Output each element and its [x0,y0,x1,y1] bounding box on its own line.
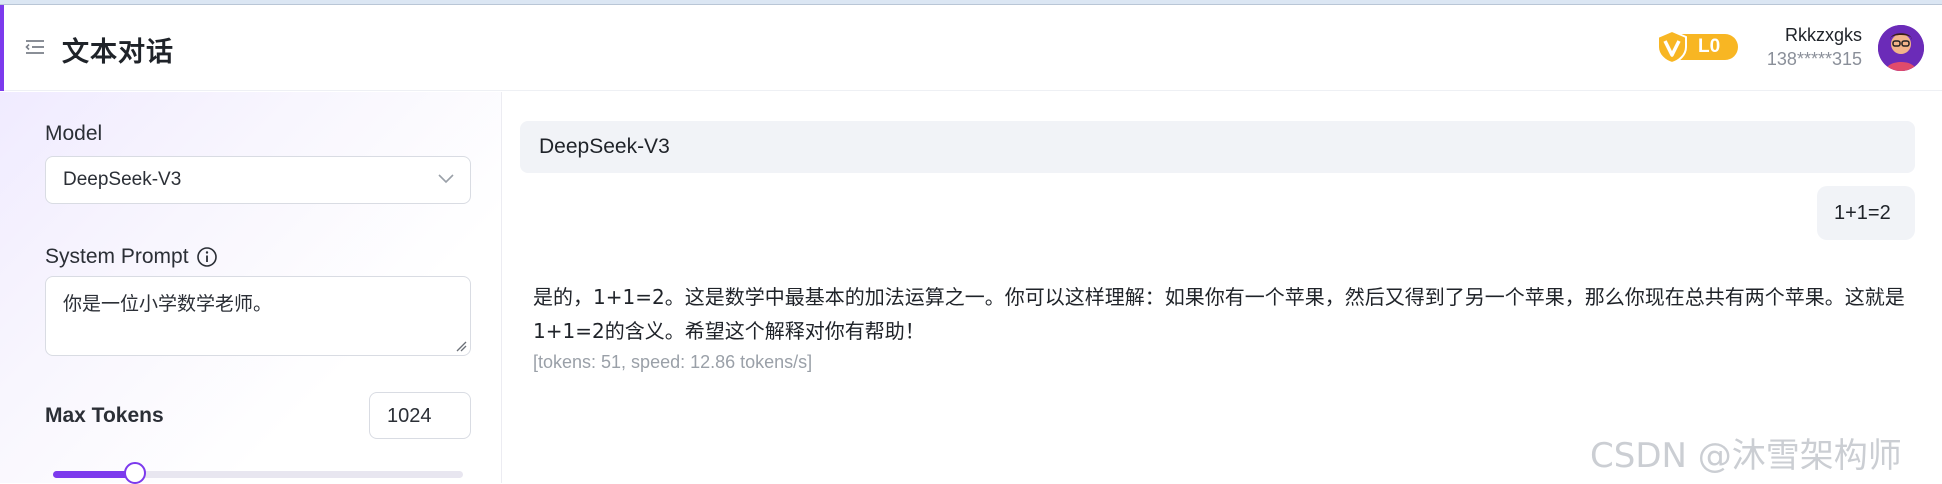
app-header [0,5,1942,91]
user-name: Rkkzxgks [1784,25,1862,45]
user-message-bubble: 1+1=2 [1817,186,1915,240]
vip-shield-icon [1657,29,1687,65]
avatar-image [1878,25,1924,71]
user-message-text: 1+1=2 [1834,202,1891,224]
max-tokens-label: Max Tokens [45,404,164,427]
assistant-message: 是的，1+1=2。这是数学中最基本的加法运算之一。你可以这样理解：如果你有一个苹… [533,285,1905,343]
vip-badge[interactable]: L0 [1654,29,1738,65]
max-tokens-input[interactable]: 1024 [369,392,471,439]
watermark: CSDN @沐雪架构师 [1590,436,1902,476]
system-prompt-input[interactable]: 你是一位小学数学老师。 [45,276,471,356]
user-phone: 138*****315 [1766,49,1862,69]
slider-thumb[interactable] [124,462,146,484]
model-label: Model [45,122,103,145]
chevron-down-icon [438,174,454,184]
model-select-value: DeepSeek-V3 [63,169,182,190]
max-tokens-slider[interactable] [53,471,463,478]
vip-level: L0 [1698,36,1721,57]
page-title: 文本对话 [62,37,174,68]
chat-model-header: DeepSeek-V3 [520,121,1915,173]
response-stats: [tokens: 51, speed: 12.86 tokens/s] [533,352,813,372]
max-tokens-value: 1024 [387,405,432,427]
system-prompt-label: System Prompt [45,245,189,268]
menu-collapse-icon[interactable] [24,37,46,57]
system-prompt-value: 你是一位小学数学老师。 [63,293,273,315]
resize-handle-icon[interactable] [455,340,467,352]
model-select[interactable]: DeepSeek-V3 [45,156,471,204]
info-icon[interactable] [196,246,218,268]
chat-model-name: DeepSeek-V3 [539,135,670,158]
header-accent-bar [0,5,4,91]
slider-fill [53,471,135,478]
user-avatar[interactable] [1878,25,1924,71]
